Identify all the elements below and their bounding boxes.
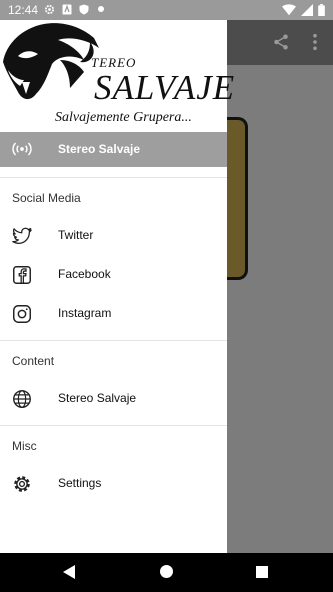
app-notification-icon [61, 3, 72, 15]
drawer-header: TEREO SALVAJE Salvajemente Grupera... [0, 20, 234, 132]
signal-icon [301, 4, 313, 16]
share-icon[interactable] [272, 33, 290, 51]
settings-notification-icon [44, 3, 55, 15]
recent-apps-icon[interactable] [256, 566, 268, 578]
gear-icon [14, 476, 30, 492]
shield-notification-icon [78, 3, 89, 15]
section-title-social-media: Social Media [12, 191, 81, 205]
drawer-item-settings[interactable]: Settings [0, 465, 227, 503]
more-options-icon[interactable] [310, 33, 320, 51]
divider [0, 177, 227, 178]
drawer-item-twitter[interactable]: Twitter [0, 217, 227, 255]
panther-logo [3, 23, 99, 100]
home-icon[interactable] [160, 565, 173, 578]
section-title-misc: Misc [12, 439, 37, 453]
notification-icons [44, 3, 106, 15]
drawer-item-stereo-salvaje-web[interactable]: Stereo Salvaje [0, 380, 227, 418]
drawer-item-label: Stereo Salvaje [58, 142, 141, 156]
drawer-item-stereo-salvaje-radio[interactable]: Stereo Salvaje [0, 132, 227, 167]
drawer-item-label: Settings [58, 476, 102, 490]
divider [0, 340, 227, 341]
drawer-item-label: Stereo Salvaje [58, 391, 137, 405]
system-navigation-bar [0, 553, 333, 592]
status-time: 12:44 [8, 3, 39, 17]
dot-notification-icon [95, 3, 106, 15]
twitter-icon [12, 227, 32, 244]
status-bar: 12:44 [0, 0, 333, 20]
drawer-item-instagram[interactable]: Instagram [0, 295, 227, 333]
divider [0, 425, 227, 426]
system-icons [282, 4, 325, 16]
drawer-item-label: Twitter [58, 228, 94, 242]
radio-broadcast-icon [12, 142, 32, 156]
brand-main-text: SALVAJE [94, 68, 236, 107]
facebook-icon [13, 266, 31, 284]
section-title-content: Content [12, 354, 55, 368]
instagram-icon [13, 305, 31, 323]
globe-icon [13, 390, 31, 408]
brand-tagline: Salvajemente Grupera... [55, 110, 192, 125]
wifi-icon [282, 4, 296, 16]
battery-icon [318, 4, 325, 16]
drawer-item-label: Instagram [58, 306, 112, 320]
drawer-item-label: Facebook [58, 267, 111, 281]
back-icon[interactable] [63, 565, 75, 579]
drawer-item-facebook[interactable]: Facebook [0, 256, 227, 294]
navigation-drawer: TEREO SALVAJE Salvajemente Grupera... St… [0, 20, 234, 553]
